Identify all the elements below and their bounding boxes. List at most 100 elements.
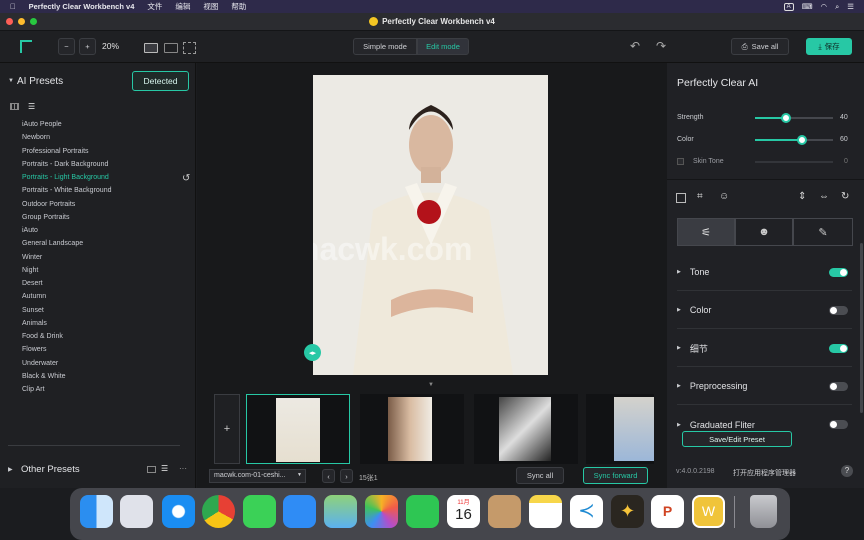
zoom-window-button[interactable] bbox=[30, 18, 37, 25]
vscode-icon[interactable]: ≺ bbox=[570, 495, 603, 528]
reset-preset-icon[interactable]: ↺ bbox=[182, 173, 190, 184]
preset-item[interactable]: Food & Drink bbox=[22, 333, 63, 340]
face-icon[interactable]: ☺ bbox=[719, 191, 729, 202]
calendar-icon[interactable]: 11月 16 bbox=[447, 495, 480, 528]
menu-help[interactable]: 帮助 bbox=[231, 1, 246, 12]
contacts-icon[interactable] bbox=[488, 495, 521, 528]
grid-view-icon-2[interactable] bbox=[147, 466, 156, 473]
messages-icon[interactable] bbox=[243, 495, 276, 528]
help-button[interactable]: ? bbox=[841, 465, 853, 477]
main-photo[interactable]: macwk.com bbox=[313, 75, 548, 375]
powerpoint-icon[interactable]: P bbox=[651, 495, 684, 528]
thumbnail-2[interactable] bbox=[360, 394, 464, 464]
undo-icon[interactable]: ↶ bbox=[630, 39, 640, 53]
single-view-icon[interactable] bbox=[144, 43, 158, 53]
prev-image-button[interactable]: ‹ bbox=[322, 469, 335, 483]
preset-item[interactable]: Animals bbox=[22, 320, 47, 327]
simple-mode-button[interactable]: Simple mode bbox=[353, 38, 417, 55]
tab-effects[interactable]: ✎ bbox=[793, 218, 853, 246]
redo-icon[interactable]: ↷ bbox=[656, 39, 666, 53]
preset-item[interactable]: Portraits - Dark Background bbox=[22, 161, 108, 168]
tes-icon[interactable]: ✦ bbox=[611, 495, 644, 528]
trash-icon[interactable] bbox=[750, 495, 777, 528]
crop-view-icon[interactable] bbox=[183, 42, 196, 54]
preset-item[interactable]: Night bbox=[22, 267, 38, 274]
preset-item[interactable]: Flowers bbox=[22, 346, 47, 353]
zoom-in-button[interactable]: + bbox=[79, 38, 96, 55]
open-manager-link[interactable]: 打开应用程序管理器 bbox=[733, 468, 796, 478]
keyboard-icon[interactable]: ⌨ bbox=[802, 2, 813, 11]
skin-tone-checkbox[interactable] bbox=[677, 158, 684, 165]
slider-knob[interactable] bbox=[797, 135, 807, 145]
preset-item[interactable]: Clip Art bbox=[22, 386, 45, 393]
preset-item[interactable]: Group Portraits bbox=[22, 214, 69, 221]
collapse-arrow-icon[interactable]: ▼ bbox=[8, 78, 14, 84]
section-color[interactable]: ▶ Color bbox=[677, 292, 852, 329]
control-center-icon[interactable]: ☰ bbox=[847, 2, 854, 11]
detail-toggle[interactable] bbox=[829, 343, 848, 353]
input-source-icon[interactable]: A bbox=[783, 2, 794, 11]
tab-adjustments[interactable]: ⚟ bbox=[677, 218, 735, 246]
sync-forward-button[interactable]: Sync forward bbox=[583, 467, 648, 484]
grid-view-icon[interactable] bbox=[10, 103, 19, 110]
preset-item[interactable]: Underwater bbox=[22, 360, 58, 367]
preset-item[interactable]: Portraits - White Background bbox=[22, 187, 111, 194]
preset-item[interactable]: iAuto People bbox=[22, 121, 62, 128]
preset-item[interactable]: General Landscape bbox=[22, 240, 83, 247]
add-image-button[interactable]: + bbox=[214, 394, 240, 464]
menu-edit[interactable]: 编辑 bbox=[175, 1, 190, 12]
maps-icon[interactable] bbox=[324, 495, 357, 528]
preset-item[interactable]: Professional Portraits bbox=[22, 148, 89, 155]
zoom-out-button[interactable]: − bbox=[58, 38, 75, 55]
flip-vertical-icon[interactable]: ⇕ bbox=[798, 191, 806, 202]
section-preprocessing[interactable]: ▶ Preprocessing bbox=[677, 368, 852, 405]
wifi-icon[interactable]: ◠ bbox=[821, 2, 828, 11]
crop-icon[interactable]: ⌗ bbox=[697, 191, 703, 202]
color-slider[interactable] bbox=[755, 135, 833, 145]
chrome-icon[interactable] bbox=[202, 495, 235, 528]
detected-button[interactable]: Detected bbox=[132, 71, 189, 91]
preset-item[interactable]: Black & White bbox=[22, 373, 66, 380]
scrollbar[interactable] bbox=[860, 243, 863, 413]
menu-app-name[interactable]: Perfectly Clear Workbench v4 bbox=[29, 2, 135, 11]
thumbnail-1[interactable] bbox=[246, 394, 350, 464]
preset-item[interactable]: Desert bbox=[22, 280, 43, 287]
filename-select[interactable]: macwk.com-01-ceshi... ▼ bbox=[209, 469, 306, 483]
save-edit-preset-button[interactable]: Save/Edit Preset bbox=[682, 431, 792, 447]
split-view-icon[interactable] bbox=[164, 43, 178, 53]
list-view-icon[interactable]: ☰ bbox=[28, 102, 35, 111]
preset-item[interactable]: Newborn bbox=[22, 134, 50, 141]
skin-tone-slider[interactable] bbox=[755, 161, 833, 163]
finder-icon[interactable] bbox=[80, 495, 113, 528]
save-all-button[interactable]: ⎙ Save all bbox=[731, 38, 789, 55]
facetime-icon[interactable] bbox=[406, 495, 439, 528]
minimize-window-button[interactable] bbox=[18, 18, 25, 25]
sync-all-button[interactable]: Sync all bbox=[516, 467, 564, 484]
next-image-button[interactable]: › bbox=[340, 469, 353, 483]
slider-knob[interactable] bbox=[781, 113, 791, 123]
menu-file[interactable]: 文件 bbox=[147, 1, 162, 12]
section-detail[interactable]: ▶ 细节 bbox=[677, 330, 852, 367]
preset-item[interactable]: Sunset bbox=[22, 307, 44, 314]
flip-horizontal-icon[interactable]: ⇔ bbox=[819, 191, 829, 202]
thumbnail-3[interactable] bbox=[474, 394, 578, 464]
list-view-icon-2[interactable]: ☰ bbox=[161, 464, 168, 473]
tab-retouch[interactable]: ☻ bbox=[735, 218, 793, 246]
color-toggle[interactable] bbox=[829, 305, 848, 315]
preset-item[interactable]: iAuto bbox=[22, 227, 38, 234]
preset-item[interactable]: Winter bbox=[22, 254, 42, 261]
graduated-filter-toggle[interactable] bbox=[829, 420, 848, 429]
notes-icon[interactable] bbox=[529, 495, 562, 528]
mail-icon[interactable] bbox=[283, 495, 316, 528]
workbench-icon[interactable]: W bbox=[692, 495, 725, 528]
tone-toggle[interactable] bbox=[829, 267, 848, 277]
search-icon[interactable]: ⌕ bbox=[835, 2, 839, 12]
preset-item[interactable]: Portraits - Light Background bbox=[22, 174, 109, 181]
preset-item[interactable]: Autumn bbox=[22, 293, 46, 300]
menu-view[interactable]: 视图 bbox=[203, 1, 218, 12]
filmstrip-toggle-icon[interactable]: ▼ bbox=[428, 382, 434, 388]
strength-slider[interactable] bbox=[755, 113, 833, 123]
edit-mode-button[interactable]: Edit mode bbox=[417, 38, 469, 55]
launchpad-icon[interactable] bbox=[120, 495, 153, 528]
photos-icon[interactable] bbox=[365, 495, 398, 528]
